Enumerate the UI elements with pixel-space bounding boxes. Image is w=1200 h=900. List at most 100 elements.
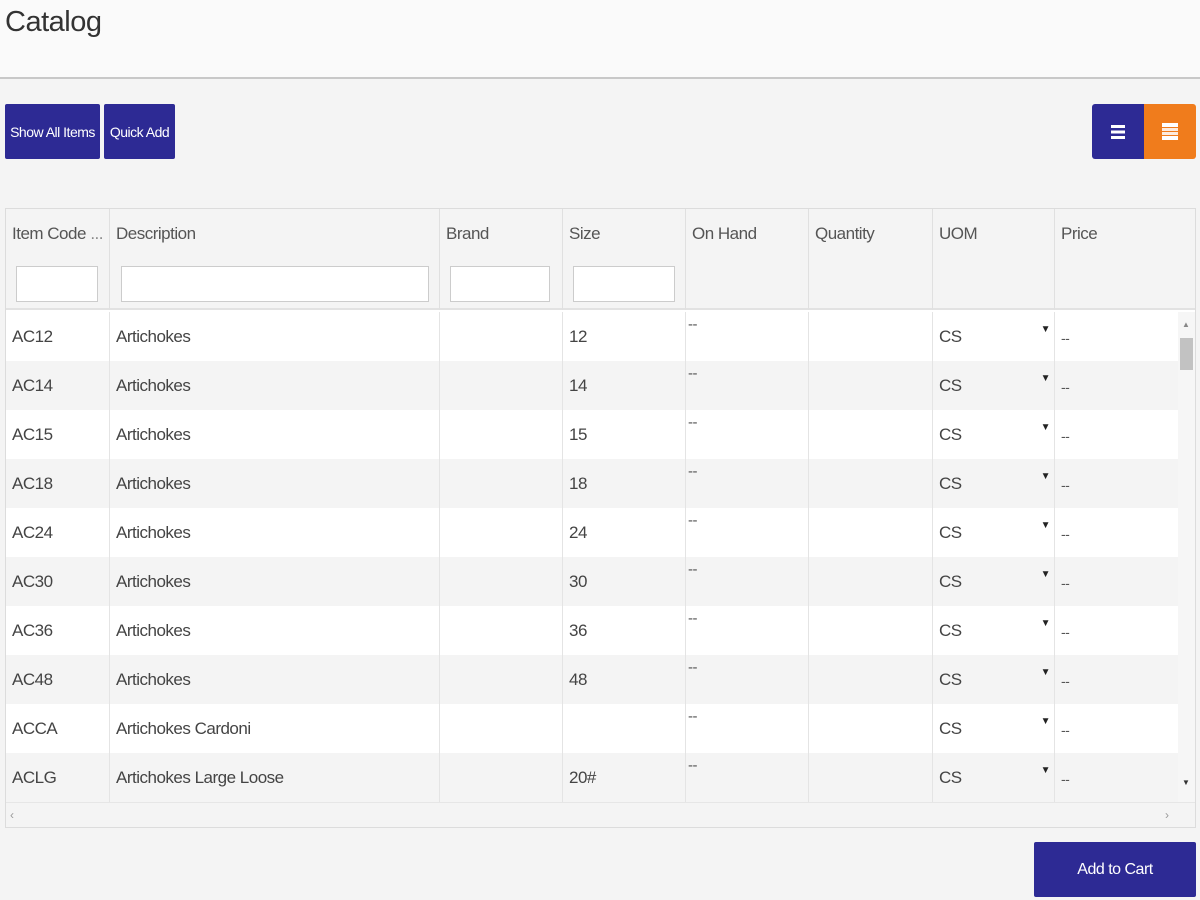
cell-quantity[interactable] [809, 606, 933, 655]
show-all-items-button[interactable]: Show All Items [5, 104, 100, 159]
cell-uom[interactable]: CS ▼ [933, 557, 1055, 606]
grid-view-toggle[interactable] [1144, 104, 1196, 159]
cell-quantity[interactable] [809, 312, 933, 361]
column-header-description[interactable]: Description [110, 209, 440, 310]
cell-quantity[interactable] [809, 508, 933, 557]
table-row[interactable]: AC36 Artichokes 36 -- CS ▼ -- [6, 606, 1178, 655]
cell-uom[interactable]: CS ▼ [933, 459, 1055, 508]
cell-description-value: Artichokes [116, 572, 191, 591]
cell-quantity[interactable] [809, 655, 933, 704]
dropdown-caret-icon[interactable]: ▼ [1041, 667, 1051, 678]
cell-uom[interactable]: CS ▼ [933, 508, 1055, 557]
cell-quantity[interactable] [809, 753, 933, 802]
cell-description: Artichokes [110, 606, 440, 655]
cell-uom[interactable]: CS ▼ [933, 410, 1055, 459]
cell-size: 12 [563, 312, 686, 361]
table-row[interactable]: AC18 Artichokes 18 -- CS ▼ -- [6, 459, 1178, 508]
column-label: Size [569, 224, 601, 243]
cell-size-value: 20# [569, 768, 596, 787]
column-label: On Hand [692, 224, 757, 243]
dropdown-caret-icon[interactable]: ▼ [1041, 618, 1051, 629]
grid-body: AC12 Artichokes 12 -- CS ▼ -- AC14 Artichokes 14 -… [6, 312, 1178, 802]
column-menu-icon[interactable]: ... [90, 224, 103, 244]
item-code-filter-input[interactable] [16, 266, 98, 302]
cell-on-hand-value: -- [688, 610, 698, 627]
column-header-quantity[interactable]: Quantity [809, 209, 933, 310]
dropdown-caret-icon[interactable]: ▼ [1041, 324, 1051, 335]
cell-uom[interactable]: CS ▼ [933, 361, 1055, 410]
table-row[interactable]: ACCA Artichokes Cardoni -- CS ▼ -- [6, 704, 1178, 753]
cell-brand [440, 361, 563, 410]
cell-price: -- [1055, 704, 1178, 753]
cell-item-code: AC24 [6, 508, 110, 557]
quick-add-button[interactable]: Quick Add [104, 104, 175, 159]
table-row[interactable]: AC48 Artichokes 48 -- CS ▼ -- [6, 655, 1178, 704]
column-header-item-code[interactable]: Item Code ... [6, 209, 110, 310]
table-row[interactable]: ACLG Artichokes Large Loose 20# -- CS ▼ -- [6, 753, 1178, 802]
cell-on-hand: -- [686, 410, 809, 459]
scroll-down-icon[interactable]: ▼ [1182, 778, 1190, 787]
cell-uom-value: CS [939, 425, 962, 444]
size-filter-input[interactable] [573, 266, 675, 302]
column-label: Brand [446, 224, 489, 243]
cell-brand [440, 508, 563, 557]
dropdown-caret-icon[interactable]: ▼ [1041, 471, 1051, 482]
cell-uom[interactable]: CS ▼ [933, 655, 1055, 704]
cell-uom[interactable]: CS ▼ [933, 753, 1055, 802]
table-row[interactable]: AC24 Artichokes 24 -- CS ▼ -- [6, 508, 1178, 557]
cell-on-hand-value: -- [688, 561, 698, 578]
column-header-price[interactable]: Price [1055, 209, 1195, 310]
dropdown-caret-icon[interactable]: ▼ [1041, 520, 1051, 531]
cell-on-hand-value: -- [688, 365, 698, 382]
column-header-brand[interactable]: Brand [440, 209, 563, 310]
dropdown-caret-icon[interactable]: ▼ [1041, 422, 1051, 433]
cell-size-value: 12 [569, 327, 587, 346]
scroll-thumb[interactable] [1180, 338, 1193, 370]
cell-quantity[interactable] [809, 410, 933, 459]
cell-price-value: -- [1061, 330, 1070, 346]
cell-price-value: -- [1061, 771, 1070, 787]
table-row[interactable]: AC12 Artichokes 12 -- CS ▼ -- [6, 312, 1178, 361]
vertical-scrollbar[interactable]: ▲ ▼ [1178, 312, 1195, 802]
cell-description-value: Artichokes [116, 621, 191, 640]
cell-price-value: -- [1061, 624, 1070, 640]
cell-quantity[interactable] [809, 361, 933, 410]
list-view-toggle[interactable] [1092, 104, 1144, 159]
column-header-uom[interactable]: UOM [933, 209, 1055, 310]
dropdown-caret-icon[interactable]: ▼ [1041, 569, 1051, 580]
cell-item-code-value: AC30 [12, 572, 53, 591]
cell-item-code: AC30 [6, 557, 110, 606]
scroll-up-icon[interactable]: ▲ [1182, 320, 1190, 329]
dropdown-caret-icon[interactable]: ▼ [1041, 716, 1051, 727]
cell-uom-value: CS [939, 621, 962, 640]
cell-brand [440, 606, 563, 655]
cell-price-value: -- [1061, 477, 1070, 493]
description-filter-input[interactable] [121, 266, 429, 302]
brand-filter-input[interactable] [450, 266, 550, 302]
cell-description: Artichokes [110, 655, 440, 704]
column-label: Quantity [815, 224, 875, 243]
cell-quantity[interactable] [809, 459, 933, 508]
cell-quantity[interactable] [809, 557, 933, 606]
horizontal-scrollbar[interactable]: ‹ › [6, 802, 1195, 827]
cell-uom[interactable]: CS ▼ [933, 606, 1055, 655]
cell-uom[interactable]: CS ▼ [933, 312, 1055, 361]
cell-quantity[interactable] [809, 704, 933, 753]
column-header-size[interactable]: Size [563, 209, 686, 310]
dropdown-caret-icon[interactable]: ▼ [1041, 765, 1051, 776]
scroll-right-icon[interactable]: › [1165, 808, 1169, 822]
cell-brand [440, 557, 563, 606]
cell-on-hand: -- [686, 312, 809, 361]
scroll-left-icon[interactable]: ‹ [10, 808, 14, 822]
cell-uom-value: CS [939, 768, 962, 787]
table-row[interactable]: AC30 Artichokes 30 -- CS ▼ -- [6, 557, 1178, 606]
dropdown-caret-icon[interactable]: ▼ [1041, 373, 1051, 384]
table-row[interactable]: AC15 Artichokes 15 -- CS ▼ -- [6, 410, 1178, 459]
list-view-icon [1111, 124, 1125, 140]
column-header-on-hand[interactable]: On Hand [686, 209, 809, 310]
cell-uom-value: CS [939, 670, 962, 689]
add-to-cart-button[interactable]: Add to Cart [1034, 842, 1196, 897]
table-row[interactable]: AC14 Artichokes 14 -- CS ▼ -- [6, 361, 1178, 410]
cell-size-value: 14 [569, 376, 587, 395]
cell-uom[interactable]: CS ▼ [933, 704, 1055, 753]
